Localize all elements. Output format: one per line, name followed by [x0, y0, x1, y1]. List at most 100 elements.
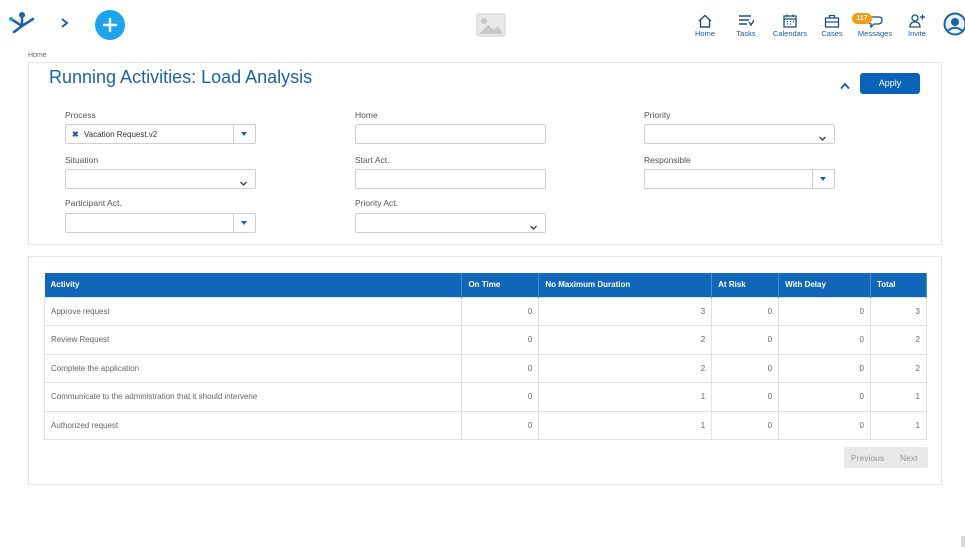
column-header[interactable]: Total: [870, 273, 927, 297]
at-risk-cell: 0: [711, 296, 780, 326]
participant-act-field[interactable]: [65, 213, 256, 233]
with-delay-cell: 0: [778, 325, 871, 355]
total-cell: 2: [870, 325, 927, 355]
nav-calendars[interactable]: Calendars: [771, 14, 809, 38]
with-delay-cell: 0: [778, 296, 871, 326]
column-header[interactable]: Activity: [44, 273, 463, 297]
nav-invite-label: Invite: [908, 29, 926, 38]
on-time-cell: 0: [461, 353, 540, 383]
no-max-duration-cell: 2: [538, 353, 713, 383]
no-max-duration-cell: 3: [538, 296, 713, 326]
total-cell: 3: [870, 296, 927, 326]
nav-tasks-label: Tasks: [736, 29, 756, 38]
table-row[interactable]: Approve request 0 3 0 0 3: [43, 296, 927, 326]
table-row[interactable]: Authorized request 0 1 0 0 1: [43, 410, 927, 440]
calendar-icon: [783, 14, 797, 28]
on-time-cell: 0: [461, 325, 540, 355]
with-delay-cell: 0: [778, 410, 871, 440]
scrollbar[interactable]: [961, 536, 965, 547]
responsible-label: Responsible: [644, 155, 691, 165]
column-header[interactable]: With Delay: [778, 273, 871, 297]
priority-select[interactable]: [644, 124, 835, 144]
top-bar: Home Tasks Calendars Cases Messages 117 …: [0, 0, 965, 48]
start-act-input[interactable]: [355, 169, 546, 189]
situation-select[interactable]: [65, 169, 256, 189]
page-title: Running Activities: Load Analysis: [49, 67, 313, 87]
at-risk-cell: 0: [711, 353, 780, 383]
responsible-field[interactable]: [644, 169, 835, 189]
caret-down-icon: [820, 177, 826, 181]
priority-label: Priority: [644, 110, 671, 120]
nav-cases-label: Cases: [821, 29, 843, 38]
total-cell: 1: [870, 382, 927, 412]
apply-button[interactable]: Apply: [860, 73, 920, 94]
no-max-duration-cell: 1: [538, 410, 713, 440]
process-tag: Vacation Request.v2: [84, 130, 158, 139]
on-time-cell: 0: [461, 410, 540, 440]
table-row[interactable]: Complete the application 0 2 0 0 2: [43, 353, 927, 383]
chevron-down-icon: [239, 175, 248, 186]
at-risk-cell: 0: [711, 325, 780, 355]
tasks-icon: [739, 15, 754, 27]
at-risk-cell: 0: [711, 382, 780, 412]
column-header[interactable]: On Time: [461, 273, 540, 297]
on-time-cell: 0: [461, 296, 540, 326]
user-avatar[interactable]: [943, 12, 965, 36]
load-analysis-table: Activity On Time No Maximum Duration At …: [43, 273, 927, 440]
activity-cell: Approve request: [43, 296, 463, 326]
results-panel: Activity On Time No Maximum Duration At …: [28, 256, 942, 485]
at-risk-cell: 0: [711, 410, 780, 440]
plus-icon: [102, 17, 118, 33]
activity-cell: Communicate to the administration that i…: [43, 382, 463, 412]
nav-cases[interactable]: Cases: [820, 14, 844, 38]
no-max-duration-cell: 2: [538, 325, 713, 355]
messages-badge: 117: [852, 13, 872, 24]
nav-home[interactable]: Home: [694, 14, 716, 38]
add-button[interactable]: [95, 10, 125, 40]
briefcase-icon: [824, 14, 840, 28]
avatar-icon: [943, 12, 965, 36]
table-row[interactable]: Communicate to the administration that i…: [43, 382, 927, 412]
previous-button[interactable]: Previous: [851, 453, 884, 463]
nav-invite[interactable]: Invite: [906, 14, 928, 38]
home-input[interactable]: [355, 124, 546, 144]
with-delay-cell: 0: [778, 353, 871, 383]
column-header[interactable]: At Risk: [711, 273, 780, 297]
nav-home-label: Home: [694, 29, 715, 38]
caret-down-icon: [241, 132, 247, 136]
activity-cell: Review Request: [43, 325, 463, 355]
priority-act-label: Priority Act.: [355, 198, 398, 208]
table-row[interactable]: Review Request 0 2 0 0 2: [43, 325, 927, 355]
responsible-dropdown-button[interactable]: [812, 170, 834, 188]
process-dropdown-button[interactable]: [233, 125, 255, 143]
chevron-up-icon[interactable]: [839, 78, 851, 90]
priority-act-select[interactable]: [355, 213, 546, 233]
column-header[interactable]: No Maximum Duration: [538, 273, 713, 297]
situation-label: Situation: [65, 155, 99, 165]
total-cell: 1: [870, 410, 927, 440]
nav-messages-label: Messages: [857, 29, 893, 38]
participant-act-dropdown-button[interactable]: [233, 214, 255, 232]
participant-act-label: Participant Act.: [65, 198, 122, 208]
home-label: Home: [355, 110, 378, 120]
start-act-label: Start Act.: [355, 155, 390, 165]
chevron-down-icon: [818, 130, 827, 141]
image-placeholder-icon: [476, 13, 506, 37]
breadcrumb[interactable]: Home: [28, 52, 47, 59]
filter-panel: Running Activities: Load Analysis Apply …: [28, 62, 942, 245]
home-icon: [698, 14, 712, 28]
total-cell: 2: [870, 353, 927, 383]
process-field[interactable]: ✖ Vacation Request.v2: [65, 124, 256, 144]
remove-tag-icon[interactable]: ✖: [72, 130, 79, 139]
nav-tasks[interactable]: Tasks: [735, 14, 757, 38]
no-max-duration-cell: 1: [538, 382, 713, 412]
app-logo-icon[interactable]: [8, 10, 36, 36]
caret-down-icon: [241, 221, 247, 225]
table-header-row: Activity On Time No Maximum Duration At …: [44, 273, 927, 297]
with-delay-cell: 0: [778, 382, 871, 412]
on-time-cell: 0: [461, 382, 540, 412]
pagination: Previous Next: [844, 447, 928, 468]
next-button[interactable]: Next: [900, 453, 917, 463]
nav-calendars-label: Calendars: [772, 29, 808, 38]
chevron-right-icon[interactable]: [58, 14, 72, 32]
